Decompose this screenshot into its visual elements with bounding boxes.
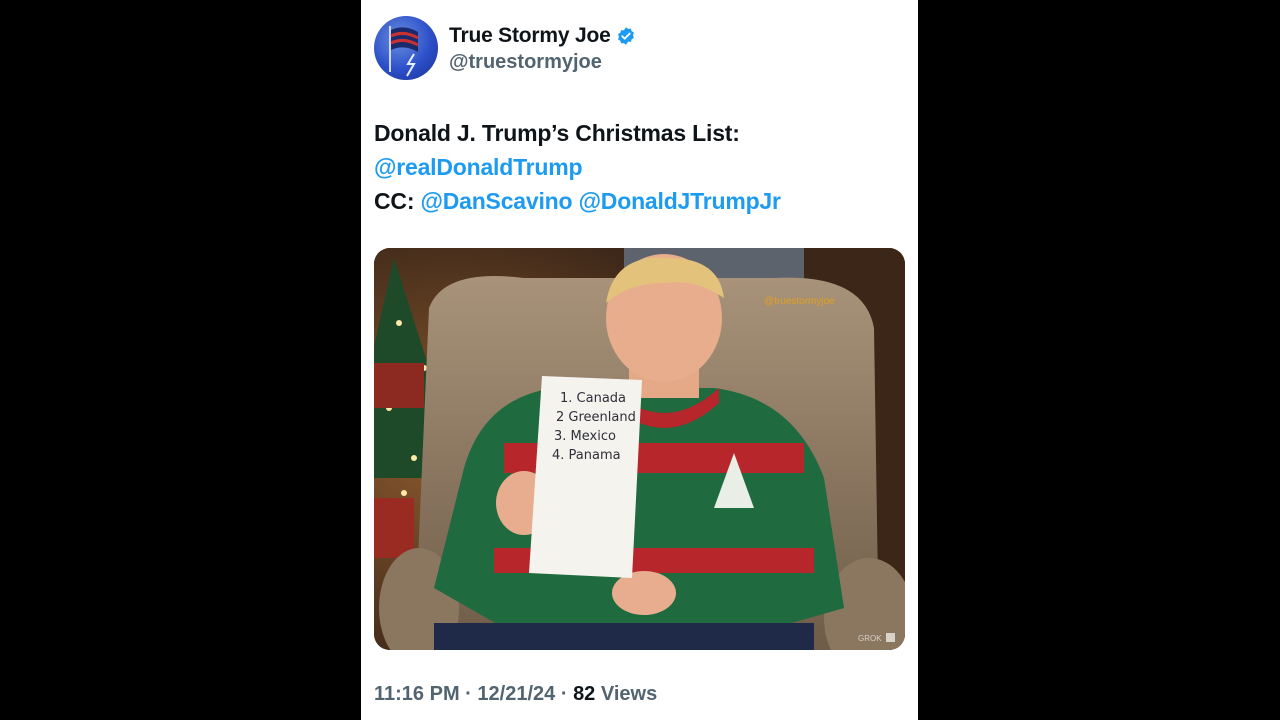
christmas-list-image: 1. Canada 2 Greenland 3. Mexico 4. Panam… xyxy=(374,248,905,650)
list-item-1: 1. Canada xyxy=(560,391,626,406)
meta-separator: · xyxy=(560,683,568,705)
list-item-4: 4. Panama xyxy=(552,448,621,463)
tweet-line-1: Donald J. Trump’s Christmas List: xyxy=(374,120,740,146)
handle[interactable]: @truestormyjoe xyxy=(449,51,636,74)
meta-separator: · xyxy=(465,683,472,705)
mention-danscavino[interactable]: @DanScavino xyxy=(420,188,572,214)
tweet-meta: 11:16 PM · 12/21/24 · 82 Views xyxy=(374,683,657,706)
avatar[interactable] xyxy=(374,16,438,80)
flag-icon xyxy=(389,26,419,77)
grok-icon xyxy=(886,633,895,642)
display-name[interactable]: True Stormy Joe xyxy=(449,24,611,48)
tweet-image[interactable]: 1. Canada 2 Greenland 3. Mexico 4. Panam… xyxy=(374,248,905,650)
views-label: Views xyxy=(600,683,658,705)
mention-realdonaldtrump[interactable]: @realDonaldTrump xyxy=(374,154,583,180)
grok-label: GROK xyxy=(858,634,882,643)
tweet-date[interactable]: 12/21/24 xyxy=(477,683,555,705)
tweet-header: True Stormy Joe @truestormyjoe xyxy=(374,16,636,80)
views-count[interactable]: 82 xyxy=(573,683,595,705)
verified-badge-icon xyxy=(617,26,634,45)
tweet-text: Donald J. Trump’s Christmas List: @realD… xyxy=(374,116,781,218)
tweet-card: True Stormy Joe @truestormyjoe Donald J.… xyxy=(361,0,918,720)
image-watermark: @truestormyjoe xyxy=(764,296,835,307)
cc-label: CC: xyxy=(374,188,415,214)
tweet-time[interactable]: 11:16 PM xyxy=(374,683,460,705)
list-item-2: 2 Greenland xyxy=(556,410,636,425)
mention-donaldjtrumpjr[interactable]: @DonaldJTrumpJr xyxy=(579,188,781,214)
list-item-3: 3. Mexico xyxy=(554,429,616,444)
